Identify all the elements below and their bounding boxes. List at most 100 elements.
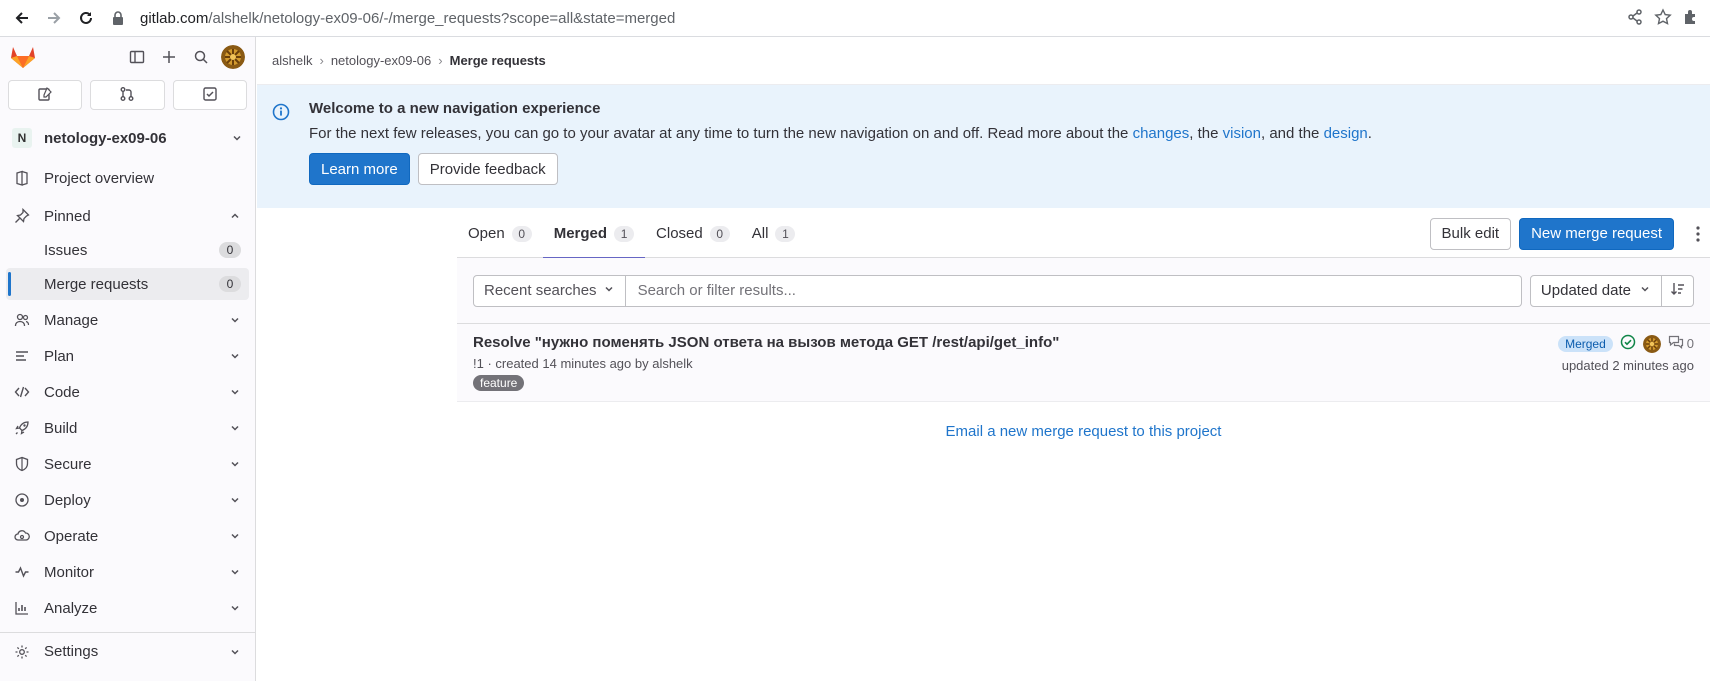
tab-label: Merged [553,225,608,242]
provide-feedback-button[interactable]: Provide feedback [417,153,558,185]
sort-direction-button[interactable] [1662,274,1694,307]
main-content: alshelk › netology-ex09-06 › Merge reque… [257,37,1710,681]
breadcrumb: alshelk › netology-ex09-06 › Merge reque… [257,37,1710,85]
tab-count-badge: 0 [511,225,532,242]
chevron-down-icon [229,386,241,398]
chevron-down-icon [229,422,241,434]
back-icon[interactable] [6,2,38,34]
sidebar-item-label: Code [44,383,80,401]
sidebar-item-label: Settings [44,643,99,660]
sidebar-item-operate[interactable]: Operate [0,518,255,554]
merge-request-title-link[interactable]: Resolve "нужно поменять JSON ответа на в… [473,334,1694,351]
chevron-down-icon [229,314,241,326]
gear-icon [14,644,30,660]
merge-requests-button[interactable] [90,80,165,110]
search-icon[interactable] [189,45,213,69]
new-navigation-banner: Welcome to a new navigation experience F… [257,85,1710,208]
sidebar-item-label: Project overview [44,169,155,187]
sidebar-item-deploy[interactable]: Deploy [0,482,255,518]
sidebar-item-manage[interactable]: Manage [0,302,255,338]
vision-link[interactable]: vision [1223,125,1261,142]
thumbtack-icon [14,208,30,224]
search-input[interactable] [625,274,1522,307]
assigned-issues-button[interactable] [8,80,83,110]
banner-text: , and the [1261,125,1324,142]
url-path: /alshelk/netology-ex09-06/-/merge_reques… [208,9,676,27]
sidebar-item-label: Monitor [44,563,95,581]
tab-open[interactable]: Open 0 [457,210,543,258]
comments-count-value: 0 [1686,336,1694,351]
learn-more-button[interactable]: Learn more [309,153,410,185]
assignee-avatar[interactable] [1642,334,1661,353]
sidebar-item-issues[interactable]: Issues 0 [6,234,249,266]
filter-bar: Recent searches Updated date [457,258,1710,324]
forward-icon[interactable] [38,2,70,34]
chevron-down-icon [229,458,241,470]
sidebar-item-settings[interactable]: Settings [0,632,255,670]
banner-title: Welcome to a new navigation experience [309,100,601,117]
address-bar[interactable]: gitlab.com/alshelk/netology-ex09-06/-/me… [112,10,1626,27]
sidebar-item-plan[interactable]: Plan [0,338,255,374]
tab-merged[interactable]: Merged 1 [542,210,646,259]
sidebar-item-monitor[interactable]: Monitor [0,554,255,590]
merge-request-tabs: Open 0 Merged 1 Closed 0 All 1 Bulk edit… [457,210,1710,259]
project-switcher[interactable]: N netology-ex09-06 [0,120,255,156]
status-badge: Merged [1558,335,1613,352]
left-sidebar: N netology-ex09-06 Project overview Pinn… [0,37,256,681]
sidebar-item-code[interactable]: Code [0,374,255,410]
changes-link[interactable]: changes [1133,125,1190,142]
create-new-icon[interactable] [157,45,181,69]
recent-searches-dropdown[interactable]: Recent searches [473,274,626,307]
sidebar-item-label: Merge requests [44,275,149,293]
email-merge-request-link[interactable]: Email a new merge request to this projec… [457,423,1710,440]
updated-time: updated 2 minutes ago [1561,358,1694,373]
lock-icon [112,11,126,25]
sidebar-item-build[interactable]: Build [0,410,255,446]
share-icon[interactable] [1626,8,1644,29]
sidebar-item-merge-requests[interactable]: Merge requests 0 [6,268,249,300]
sidebar-item-label: Deploy [44,491,91,509]
comments-count[interactable]: 0 [1668,334,1694,353]
sidebar-toggle-icon[interactable] [125,45,149,69]
gitlab-logo-icon[interactable] [10,43,38,71]
design-link[interactable]: design [1324,125,1368,142]
sort-label: Updated date [1540,282,1631,299]
pipeline-success-icon[interactable] [1620,334,1636,353]
sort-dropdown[interactable]: Updated date [1529,274,1662,307]
tab-count-badge: 1 [775,225,796,242]
todo-list-button[interactable] [172,80,247,110]
sidebar-item-label: Operate [44,527,99,545]
sidebar-item-analyze[interactable]: Analyze [0,590,255,626]
merge-requests-count-badge: 0 [219,276,241,292]
chevron-right-icon: › [438,53,443,68]
chevron-down-icon [603,282,615,299]
label-badge[interactable]: feature [473,375,525,391]
users-icon [14,312,30,328]
chevron-down-icon [229,350,241,362]
extensions-icon[interactable] [1682,8,1700,29]
merge-request-icon [119,86,135,105]
breadcrumb-item-user[interactable]: alshelk [272,53,312,68]
sidebar-section-pinned[interactable]: Pinned [0,198,255,234]
tab-closed[interactable]: Closed 0 [645,210,741,258]
more-actions-icon[interactable] [1686,225,1710,243]
breadcrumb-current: Merge requests [449,53,546,68]
sidebar-item-label: Manage [44,311,99,329]
browser-toolbar: gitlab.com/alshelk/netology-ex09-06/-/me… [0,0,1710,37]
banner-text: . [1367,125,1372,142]
breadcrumb-item-project[interactable]: netology-ex09-06 [331,53,431,68]
chevron-down-icon [231,132,243,144]
sidebar-item-project-overview[interactable]: Project overview [0,160,255,196]
reload-icon[interactable] [70,2,102,34]
user-avatar[interactable] [221,45,245,69]
sidebar-item-label: Issues [44,241,88,259]
sort-lowest-icon [1670,281,1686,300]
tab-all[interactable]: All 1 [741,210,807,258]
chevron-down-icon [229,602,241,614]
project-avatar: N [12,128,32,148]
bulk-edit-button[interactable]: Bulk edit [1429,217,1512,250]
bookmark-star-icon[interactable] [1654,7,1672,29]
new-merge-request-button[interactable]: New merge request [1519,217,1674,250]
sidebar-item-secure[interactable]: Secure [0,446,255,482]
tab-label: All [751,225,769,242]
